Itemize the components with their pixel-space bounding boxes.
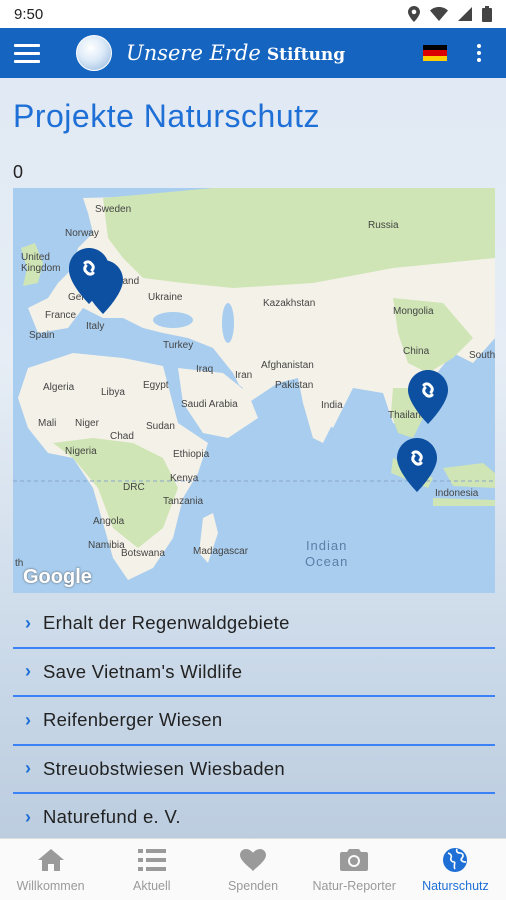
google-attribution: Google (23, 566, 92, 588)
more-options-icon[interactable] (470, 42, 488, 64)
map-label: Sweden (95, 204, 132, 215)
app-bar: Unsere Erde Stiftung (0, 28, 506, 78)
status-time: 9:50 (14, 5, 44, 23)
map-label: Indonesia (435, 488, 479, 499)
brand-bold: Stiftung (266, 45, 346, 65)
brand-name: Unsere Erde Stiftung (126, 41, 345, 65)
map-marker-sumatra[interactable] (397, 438, 437, 492)
ocean-label: Indian Ocean (305, 538, 348, 570)
chevron-right-icon: › (25, 806, 31, 827)
list-item[interactable]: › Save Vietnam's Wildlife (13, 649, 495, 697)
map-label: Sudan (146, 421, 175, 432)
map-marker-vietnam[interactable] (408, 370, 448, 424)
map-label: Libya (101, 387, 125, 398)
nav-label: Willkommen (16, 878, 85, 893)
map-label: Namibia (88, 540, 125, 551)
map-label: Mali (38, 418, 57, 429)
chevron-right-icon: › (25, 709, 31, 730)
map-label: Spain (29, 330, 55, 341)
signal-icon (458, 7, 472, 21)
link-pin-icon (408, 370, 448, 424)
map-label: Kazakhstan (263, 298, 316, 309)
nav-naturschutz[interactable]: Naturschutz (405, 839, 506, 900)
map-label: Iraq (196, 364, 214, 375)
map-label: Kenya (170, 473, 199, 484)
nav-aktuell[interactable]: Aktuell (101, 839, 202, 900)
map-label: Italy (86, 321, 105, 332)
map-label: Ethiopia (173, 449, 210, 460)
map-label: Pakistan (275, 380, 314, 391)
map-label: Tanzania (163, 496, 204, 507)
brand-script: Unsere Erde (126, 41, 261, 65)
list-item[interactable]: › Reifenberger Wiesen (13, 697, 495, 746)
map-label: Niger (75, 418, 99, 429)
map-label: Egypt (143, 380, 169, 391)
map-label: Saudi Arabia (181, 399, 238, 410)
map-label: India (321, 400, 343, 411)
list-item[interactable]: › Naturefund e. V. (13, 794, 495, 843)
nav-label: Natur-Reporter (312, 878, 396, 893)
ocean-label-line-2: Ocean (305, 554, 349, 569)
foundation-logo-globe (76, 35, 112, 71)
ocean-label-line-1: Indian (305, 538, 348, 553)
map-label: Angola (93, 516, 125, 527)
page-title: Projekte Naturschutz (13, 98, 321, 134)
camera-icon (340, 847, 369, 873)
map-label: Nigeria (65, 446, 97, 457)
map-marker-europe-front[interactable] (69, 248, 109, 302)
nav-label: Naturschutz (422, 878, 489, 893)
status-bar: 9:50 (0, 0, 506, 28)
heart-icon (240, 847, 266, 873)
chevron-right-icon: › (25, 661, 31, 682)
hamburger-menu-icon[interactable] (12, 38, 42, 68)
map-label: Botswana (121, 548, 165, 559)
list-icon (137, 847, 166, 873)
project-counter: 0 (13, 162, 24, 182)
location-icon (408, 6, 420, 22)
map-label: Norway (65, 228, 99, 239)
map-label: Turkey (163, 340, 194, 351)
chevron-right-icon: › (25, 612, 31, 633)
link-pin-icon (397, 438, 437, 492)
project-list: › Erhalt der Regenwaldgebiete › Save Vie… (13, 600, 495, 843)
world-map[interactable]: Sweden Norway United Kingdom Germany Pol… (13, 188, 495, 593)
map-label: Ukraine (148, 292, 183, 303)
map-label: Russia (368, 220, 399, 231)
map-label: Madagascar (193, 546, 249, 557)
nav-natur-reporter[interactable]: Natur-Reporter (304, 839, 405, 900)
map-label: Algeria (43, 382, 75, 393)
map-label: France (45, 310, 77, 321)
german-flag-icon[interactable] (423, 45, 447, 61)
home-icon (37, 847, 64, 873)
map-label: United Kingdom (21, 252, 61, 274)
link-pin-icon (69, 248, 109, 302)
nav-label: Aktuell (133, 878, 171, 893)
map-label: South (469, 350, 495, 361)
map-label: Iran (235, 370, 253, 381)
nav-label: Spenden (227, 878, 279, 893)
nav-spenden[interactable]: Spenden (202, 839, 303, 900)
project-label: Streuobstwiesen Wiesbaden (43, 757, 285, 779)
project-label: Erhalt der Regenwaldgebiete (43, 612, 290, 634)
wifi-icon (430, 7, 448, 21)
map-label: Mongolia (393, 306, 434, 317)
battery-icon (482, 6, 492, 22)
map-label: Chad (110, 431, 134, 442)
project-label: Save Vietnam's Wildlife (43, 660, 243, 682)
map-label: Afghanistan (261, 360, 314, 371)
map-label: China (403, 346, 430, 357)
chevron-right-icon: › (25, 758, 31, 779)
project-label: Naturefund e. V. (43, 806, 181, 828)
nav-willkommen[interactable]: Willkommen (0, 839, 101, 900)
bottom-navigation: Willkommen Aktuell Spenden Natur-Reporte… (0, 838, 506, 900)
globe-icon (442, 847, 468, 873)
list-item[interactable]: › Erhalt der Regenwaldgebiete (13, 600, 495, 649)
list-item[interactable]: › Streuobstwiesen Wiesbaden (13, 746, 495, 794)
map-label: DRC (123, 482, 145, 493)
project-label: Reifenberger Wiesen (43, 709, 223, 731)
